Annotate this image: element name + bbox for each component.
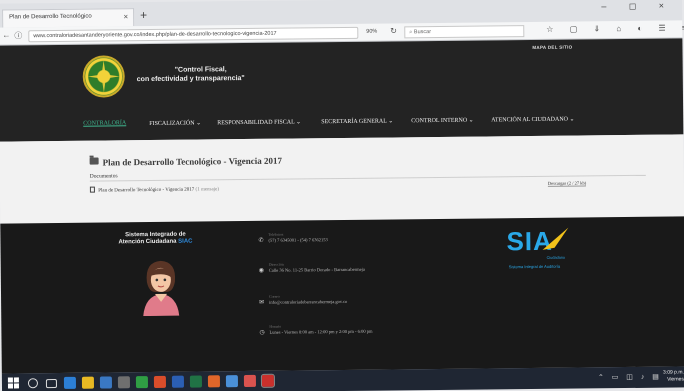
excel-icon[interactable] [189,375,203,388]
sia-logo[interactable]: SIA Ciudadano Sistema Integral de Audito… [506,225,587,276]
system-tray-icons[interactable]: ⌃ ▭ ◫ ♪ ▤ [598,373,662,382]
tab-title: Plan de Desarrollo Tecnológico [9,13,92,21]
active-app-icon[interactable] [260,373,276,388]
siac-accent: SIAC [178,238,193,245]
info-icon[interactable]: ⓘ [14,30,22,41]
word-icon[interactable] [171,375,185,388]
document-meta: (1 mensaje) [195,187,220,193]
contact-phone-text: (57) 7 6345001 - (54) 7 6362153 [268,237,328,243]
folder-icon [89,157,99,165]
screen: Plan de Desarrollo Tecnológico × + – ◻ ×… [0,0,684,391]
taskbar-clock[interactable]: 3:09 p.m. Viernes [663,369,684,383]
edge-icon[interactable] [63,376,77,389]
task-view-icon[interactable] [45,378,58,389]
site-footer: Sistema Integrado de Atención Ciudadana … [0,216,684,374]
firefox-icon[interactable] [207,375,221,388]
contact-phone: Teléfonos ✆ (57) 7 6345001 - (54) 7 63621… [258,232,327,244]
sia-swoosh-icon [542,227,569,250]
slogan-line-1: "Control Fiscal, [174,66,227,74]
sia-logo-sub1: Ciudadano [546,255,566,260]
siac-title-line-2: Atención Ciudadana [118,238,177,246]
section-label: Documentos [89,173,118,180]
document-link[interactable]: Plan de Desarrollo Tecnológico - Vigenci… [98,188,194,194]
nav-item-fiscalizacion[interactable]: FISCALIZACIÓN ⌄ [149,119,201,127]
nav-item-responsabilidad-fiscal[interactable]: RESPONSABILIDAD FISCAL ⌄ [217,118,301,126]
main-content: Plan de Desarrollo Tecnológico - Vigenci… [0,134,684,224]
contact-email: Correo ✉ info@contraloriadebarrancabermej… [259,294,347,306]
assistant-avatar [143,260,180,317]
app-icon[interactable] [243,374,256,388]
contact-hours: Horario ◷ Lunes - Viernes 8:00 am - 12:00… [259,324,372,336]
search-input[interactable]: ⌕ Buscar [404,25,525,39]
nav-item-atencion-ciudadano[interactable]: ATENCIÓN AL CIUDADANO ⌄ [491,116,574,124]
logo-star-icon [87,60,120,93]
app-icon[interactable] [117,376,131,389]
phone-icon: ✆ [258,237,264,244]
windows-start-icon[interactable] [7,377,20,389]
main-nav: CONTRALORÍA FISCALIZACIÓN ⌄ RESPONSABILI… [83,112,643,132]
site-slogan: "Control Fiscal, con efectividad y trans… [131,65,251,84]
site-header: "Control Fiscal, con efectividad y trans… [0,38,684,142]
slogan-line-2: con efectividad y transparencia" [136,75,245,84]
mail-icon[interactable] [225,375,239,388]
url-input[interactable]: www.contraloriadesantanderyoriente.gov.c… [28,26,359,43]
window-controls[interactable]: – ◻ × [601,1,674,13]
nav-item-secretaria-general[interactable]: SECRETARÍA GENERAL ⌄ [321,117,393,125]
clock-date: Viernes [667,376,684,383]
document-row[interactable]: Plan de Desarrollo Tecnológico - Vigenci… [89,185,220,194]
tab-close-icon[interactable]: × [123,12,128,21]
sitemap-link[interactable]: MAPA DEL SITIO [532,45,572,50]
contact-email-text[interactable]: info@contraloriadebarrancabermeja.gov.co [269,299,347,305]
email-icon: ✉ [259,299,265,306]
contact-hours-text: Lunes - Viernes 8:00 am - 12:00 pm y 2:0… [269,328,373,335]
browser-tab[interactable]: Plan de Desarrollo Tecnológico × [2,8,135,28]
contraloria-logo[interactable] [82,55,125,98]
nav-item-contraloria[interactable]: CONTRALORÍA [83,120,126,126]
store-icon[interactable] [99,376,113,389]
new-tab-button[interactable]: + [140,8,147,22]
contact-address-text: Calle 36 No. 11-25 Barrio Dorado - Barra… [268,266,365,273]
contact-email-head: Correo [269,294,280,299]
file-explorer-icon[interactable] [81,376,95,389]
siac-title: Sistema Integrado de Atención Ciudadana … [100,231,210,246]
reload-icon[interactable]: ↻ [390,26,397,35]
download-count[interactable]: Descargas (2 / 27 kb) [547,180,587,187]
location-icon: ◉ [258,267,265,274]
contact-phone-head: Teléfonos [268,232,284,237]
zoom-level[interactable]: 90% [366,29,377,35]
chrome-icon[interactable] [135,376,149,389]
search-taskbar-icon[interactable] [27,378,39,389]
clock-icon: ◷ [259,329,265,336]
document-icon [89,186,95,193]
nav-item-control-interno[interactable]: CONTROL INTERNO ⌄ [411,117,474,125]
clock-time: 3:09 p.m. [662,369,684,376]
contact-address: Dirección ◉ Calle 36 No. 11-25 Barrio Dor… [259,262,365,274]
powerpoint-icon[interactable] [153,375,167,388]
back-arrow-icon[interactable]: ← [2,30,10,39]
page-title: Plan de Desarrollo Tecnológico - Vigenci… [102,155,283,168]
sia-logo-sub2: Sistema Integral de Auditoría [508,263,561,270]
toolbar-icons[interactable]: ☆ ▢ ⇓ ⌂ ◐ ☰ ≡ [546,23,684,34]
search-placeholder: Buscar [413,29,432,36]
siac-title-line-1: Sistema Integrado de [125,231,186,239]
